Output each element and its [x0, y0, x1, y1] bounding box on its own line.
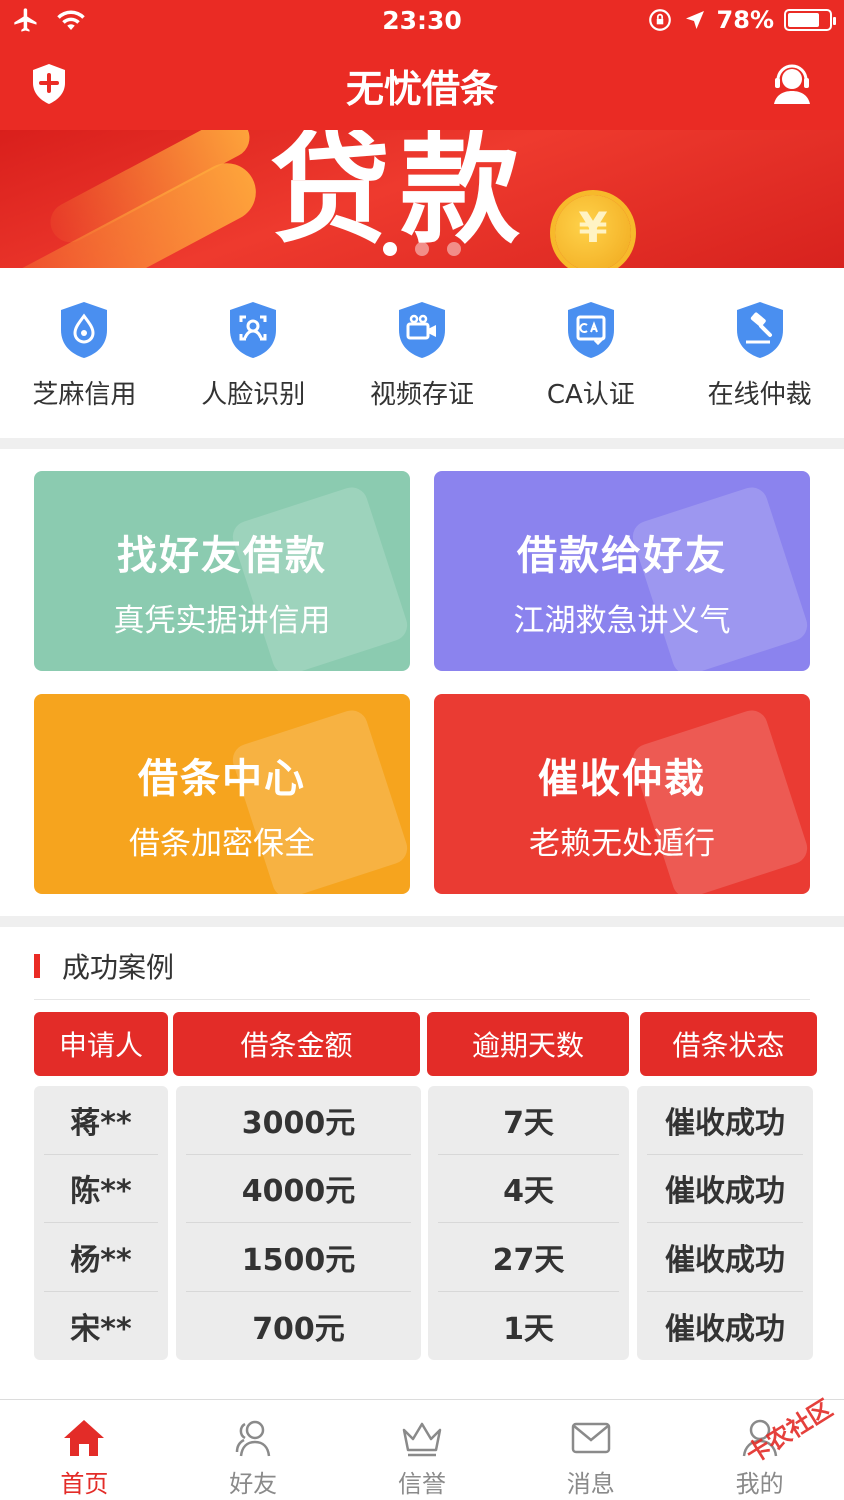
table-cell: 7天 [438, 1086, 619, 1155]
card-title: 找好友借款 [117, 533, 327, 579]
customer-service-icon[interactable] [770, 62, 814, 106]
column-status: 催收成功 催收成功 催收成功 催收成功 [637, 1086, 813, 1360]
column-header-amount: 借条金额 [173, 1012, 420, 1076]
table-cell: 4000元 [186, 1155, 411, 1223]
battery-fill [788, 13, 820, 27]
online-arbitration-icon [736, 302, 783, 358]
cases-header: 成功案例 [34, 946, 174, 986]
section-title: 成功案例 [62, 951, 175, 984]
card-title: 催收仲裁 [538, 756, 706, 802]
table-cell: 3000元 [186, 1086, 411, 1155]
friends-icon [235, 1420, 271, 1457]
table-cell: 杨** [44, 1223, 158, 1292]
rotation-lock-icon [648, 9, 671, 31]
table-cell: 蒋** [44, 1086, 158, 1155]
service-label: 人脸识别 [201, 380, 306, 410]
table-cell: 700元 [252, 1311, 345, 1347]
ca-certificate-icon [567, 302, 614, 358]
column-header-status: 借条状态 [640, 1012, 817, 1076]
battery-icon [784, 9, 836, 31]
tab-label: 好友 [229, 1470, 278, 1498]
card-subtitle: 借条加密保全 [129, 826, 315, 862]
section-divider [0, 916, 844, 927]
table-cell: 宋** [70, 1311, 132, 1347]
status-bar: 23:30 78% [0, 0, 844, 44]
tab-home[interactable]: 首页 [0, 1400, 169, 1500]
card-collection-arbitration[interactable]: 催收仲裁 老赖无处遁行 [434, 694, 810, 894]
envelope-icon [571, 1422, 611, 1454]
service-label: 在线仲裁 [707, 380, 812, 410]
top-bar: 23:30 78% 无忧借条 [0, 0, 844, 130]
column-header-overdue: 逾期天数 [427, 1012, 629, 1076]
banner-dot[interactable] [447, 242, 461, 256]
table-cell: 27天 [438, 1223, 619, 1292]
page-title: 无忧借条 [345, 67, 498, 111]
face-recognition-icon [230, 302, 277, 358]
card-title: 借条中心 [138, 756, 306, 802]
service-ca-certificate[interactable]: CA认证 [506, 268, 675, 438]
service-sesame-credit[interactable]: 芝麻信用 [0, 268, 169, 438]
service-label: 芝麻信用 [32, 380, 137, 410]
table-cell: 催收成功 [665, 1311, 785, 1347]
tab-reputation[interactable]: 信誉 [338, 1400, 507, 1500]
bottom-tab-bar: 首页 好友 信誉 消息 我的 [0, 1399, 844, 1500]
status-right: 78% [647, 6, 836, 34]
section-divider [0, 438, 844, 449]
table-cell: 陈** [44, 1155, 158, 1223]
tab-messages[interactable]: 消息 [506, 1400, 675, 1500]
card-lend-to-friend[interactable]: 借款给好友 江湖救急讲义气 [434, 471, 810, 671]
banner-dot[interactable] [415, 242, 429, 256]
service-row: 芝麻信用 人脸识别 视频存证 CA认证 在线仲裁 [0, 268, 844, 438]
table-cell: 4天 [438, 1155, 619, 1223]
table-cell: 催收成功 [647, 1223, 803, 1292]
card-title: 借款给好友 [517, 533, 727, 579]
home-icon [64, 1420, 105, 1456]
battery-percent: 78% [716, 6, 774, 34]
section-accent-bar [34, 954, 40, 978]
service-online-arbitration[interactable]: 在线仲裁 [675, 268, 844, 438]
column-overdue: 7天 4天 27天 1天 [428, 1086, 629, 1360]
tab-label: 我的 [735, 1470, 784, 1498]
tab-label: 消息 [566, 1470, 615, 1498]
card-subtitle: 老赖无处遁行 [529, 826, 715, 862]
banner-dot[interactable] [383, 242, 397, 256]
coin-icon: ¥ [555, 195, 631, 268]
tab-label: 首页 [60, 1470, 109, 1498]
table-cell: 1天 [503, 1311, 554, 1347]
tab-label: 信誉 [397, 1470, 446, 1498]
table-cell: 催收成功 [647, 1155, 803, 1223]
card-iou-center[interactable]: 借条中心 借条加密保全 [34, 694, 410, 894]
section-rule [34, 999, 810, 1000]
location-arrow-icon [685, 11, 704, 29]
card-subtitle: 江湖救急讲义气 [513, 603, 731, 639]
column-header-applicant: 申请人 [34, 1012, 168, 1076]
service-label: CA认证 [546, 380, 635, 410]
service-face-recognition[interactable]: 人脸识别 [169, 268, 338, 438]
service-label: 视频存证 [369, 380, 474, 410]
banner-pagination[interactable] [0, 242, 844, 256]
video-evidence-icon [398, 302, 445, 358]
tab-friends[interactable]: 好友 [169, 1400, 338, 1500]
card-borrow-from-friend[interactable]: 找好友借款 真凭实据讲信用 [34, 471, 410, 671]
service-video-evidence[interactable]: 视频存证 [338, 268, 507, 438]
promo-banner[interactable]: 贷款 ¥ [0, 130, 844, 268]
card-subtitle: 真凭实据讲信用 [113, 603, 331, 639]
table-cell: 1500元 [186, 1223, 411, 1292]
sesame-credit-icon [61, 302, 108, 358]
crown-icon [402, 1422, 442, 1457]
column-applicant: 蒋** 陈** 杨** 宋** [34, 1086, 168, 1360]
column-amount: 3000元 4000元 1500元 700元 [176, 1086, 421, 1360]
table-cell: 催收成功 [647, 1086, 803, 1155]
